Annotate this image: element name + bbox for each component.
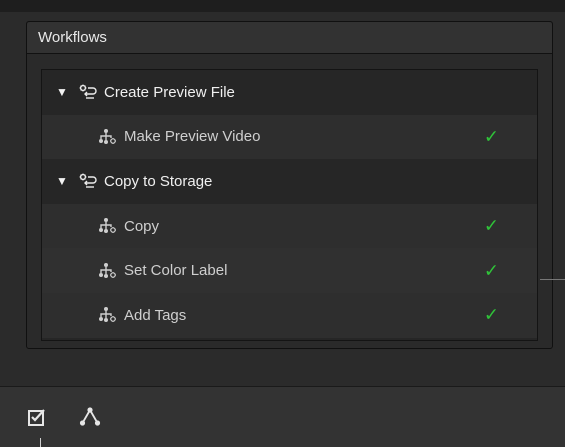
node-graph-gear-icon xyxy=(98,261,118,281)
node-graph-gear-icon xyxy=(98,127,118,147)
workflow-gear-icon xyxy=(78,171,98,191)
top-strip xyxy=(0,0,565,12)
step-name: Set Color Label xyxy=(124,262,228,280)
node-graph-gear-icon xyxy=(98,216,118,236)
workflow-row[interactable]: ▼ Create Preview File xyxy=(42,70,537,115)
workflow-step-row[interactable]: Set Color Label ✓ xyxy=(42,248,537,293)
step-name: Make Preview Video xyxy=(124,128,261,146)
workflow-tree: ▼ Create Preview File Make Preview Video… xyxy=(41,69,538,341)
expand-triangle-icon[interactable]: ▼ xyxy=(56,174,68,188)
status-check-icon: ✓ xyxy=(483,126,499,147)
workflow-gear-icon xyxy=(78,82,98,102)
node-graph-icon xyxy=(79,406,101,433)
workflow-name: Copy to Storage xyxy=(104,172,213,190)
checkbox-icon xyxy=(27,407,47,432)
status-check-icon: ✓ xyxy=(483,260,499,281)
app-window: Workflows ▼ Create Preview File Make Pre… xyxy=(0,0,565,447)
workflow-step-row[interactable]: Copy ✓ xyxy=(42,203,537,249)
workflow-name: Create Preview File xyxy=(104,83,235,101)
workflow-graph-button[interactable] xyxy=(77,406,103,432)
status-check-icon: ✓ xyxy=(483,215,499,236)
workflow-row[interactable]: ▼ Copy to Storage xyxy=(42,159,537,204)
panel-title: Workflows xyxy=(27,22,552,54)
node-graph-gear-icon xyxy=(98,305,118,325)
step-name: Copy xyxy=(124,217,160,235)
bottom-toolbar xyxy=(0,387,565,447)
cursor-indicator xyxy=(40,438,41,447)
checklist-button[interactable] xyxy=(24,406,50,432)
status-check-icon: ✓ xyxy=(483,304,499,325)
workflow-step-row[interactable]: Add Tags ✓ xyxy=(42,292,537,338)
workflows-panel: Workflows ▼ Create Preview File Make Pre… xyxy=(26,21,553,349)
expand-triangle-icon[interactable]: ▼ xyxy=(56,85,68,99)
connector-line xyxy=(540,279,565,280)
step-name: Add Tags xyxy=(124,306,187,324)
workflow-step-row[interactable]: Make Preview Video ✓ xyxy=(42,114,537,160)
